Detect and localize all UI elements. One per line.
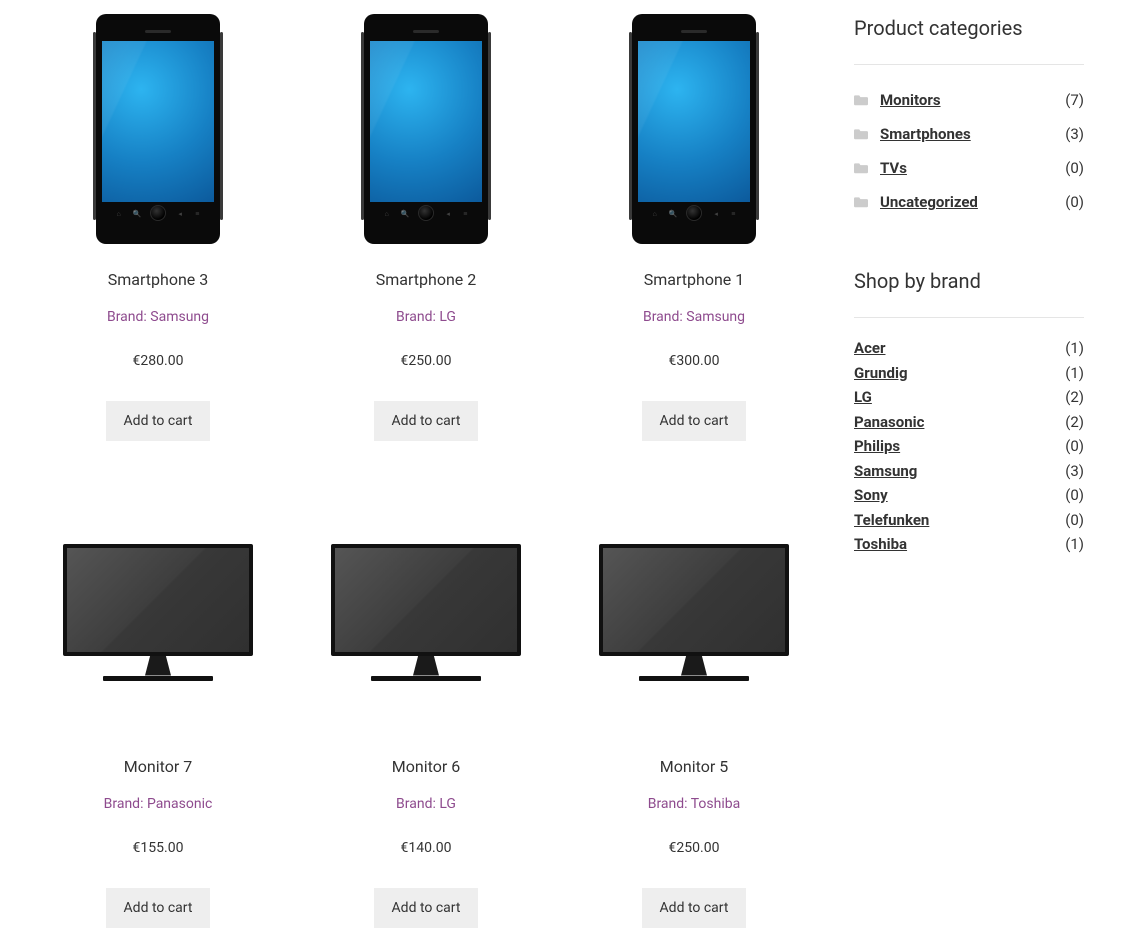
brand-list: Acer (1) Grundig (1) LG (2) Panasonic (2… bbox=[854, 336, 1084, 557]
product-brand[interactable]: Brand: LG bbox=[396, 796, 456, 812]
widget-title-brands: Shop by brand bbox=[854, 269, 1084, 293]
brand-item: Samsung (3) bbox=[854, 459, 1084, 484]
product-brand[interactable]: Brand: Toshiba bbox=[648, 796, 741, 812]
category-item: Smartphones (3) bbox=[854, 117, 1084, 151]
category-link[interactable]: Smartphones bbox=[880, 125, 971, 143]
product-card[interactable]: ⌂ 🔍 ◂ ≡ Smartphone 1 Brand: Samsung €300… bbox=[574, 14, 814, 441]
add-to-cart-button[interactable]: Add to cart bbox=[106, 888, 211, 928]
brand-link[interactable]: Samsung bbox=[854, 460, 917, 483]
brand-link[interactable]: Grundig bbox=[854, 362, 908, 385]
product-brand[interactable]: Brand: Samsung bbox=[107, 309, 209, 325]
brand-link[interactable]: Sony bbox=[854, 484, 888, 507]
product-title[interactable]: Monitor 5 bbox=[660, 757, 728, 776]
product-card[interactable]: Monitor 6 Brand: LG €140.00 Add to cart bbox=[306, 501, 546, 928]
monitor-image bbox=[599, 544, 789, 689]
brand-item: Toshiba (1) bbox=[854, 532, 1084, 557]
product-title[interactable]: Smartphone 3 bbox=[108, 270, 208, 289]
product-image[interactable] bbox=[38, 501, 278, 731]
divider bbox=[854, 64, 1084, 65]
smartphone-image: ⌂ 🔍 ◂ ≡ bbox=[361, 14, 491, 244]
add-to-cart-button[interactable]: Add to cart bbox=[106, 401, 211, 441]
category-count: (0) bbox=[1065, 159, 1084, 177]
category-item: Uncategorized (0) bbox=[854, 185, 1084, 219]
brand-count: (1) bbox=[1065, 362, 1084, 385]
brand-count: (0) bbox=[1065, 509, 1084, 532]
category-list: Monitors (7) Smartphones (3) TVs (0) Unc… bbox=[854, 83, 1084, 219]
add-to-cart-button[interactable]: Add to cart bbox=[374, 401, 479, 441]
product-price: €250.00 bbox=[669, 840, 720, 856]
monitor-image bbox=[331, 544, 521, 689]
product-price: €250.00 bbox=[401, 353, 452, 369]
product-image[interactable] bbox=[306, 501, 546, 731]
brand-item: Panasonic (2) bbox=[854, 410, 1084, 435]
product-brand[interactable]: Brand: Samsung bbox=[643, 309, 745, 325]
category-item: TVs (0) bbox=[854, 151, 1084, 185]
folder-icon bbox=[854, 128, 868, 140]
category-link[interactable]: Uncategorized bbox=[880, 193, 978, 211]
folder-icon bbox=[854, 162, 868, 174]
brand-count: (1) bbox=[1065, 533, 1084, 556]
brand-link[interactable]: Acer bbox=[854, 337, 886, 360]
category-count: (3) bbox=[1065, 125, 1084, 143]
product-brand[interactable]: Brand: Panasonic bbox=[104, 796, 213, 812]
brand-item: Acer (1) bbox=[854, 336, 1084, 361]
brand-link[interactable]: Philips bbox=[854, 435, 900, 458]
category-item: Monitors (7) bbox=[854, 83, 1084, 117]
brand-link[interactable]: Panasonic bbox=[854, 411, 924, 434]
category-link[interactable]: TVs bbox=[880, 159, 907, 177]
product-price: €140.00 bbox=[401, 840, 452, 856]
smartphone-image: ⌂ 🔍 ◂ ≡ bbox=[629, 14, 759, 244]
divider bbox=[854, 317, 1084, 318]
product-image[interactable]: ⌂ 🔍 ◂ ≡ bbox=[306, 14, 546, 244]
product-grid: ⌂ 🔍 ◂ ≡ Smartphone 3 Brand: Samsung €280… bbox=[38, 14, 814, 928]
monitor-image bbox=[63, 544, 253, 689]
brand-item: Sony (0) bbox=[854, 483, 1084, 508]
category-count: (7) bbox=[1065, 91, 1084, 109]
product-image[interactable]: ⌂ 🔍 ◂ ≡ bbox=[574, 14, 814, 244]
product-title[interactable]: Monitor 7 bbox=[124, 757, 192, 776]
brand-count: (0) bbox=[1065, 435, 1084, 458]
widget-title-categories: Product categories bbox=[854, 16, 1084, 40]
category-link[interactable]: Monitors bbox=[880, 91, 941, 109]
product-card[interactable]: ⌂ 🔍 ◂ ≡ Smartphone 2 Brand: LG €250.00 A… bbox=[306, 14, 546, 441]
brand-count: (2) bbox=[1065, 386, 1084, 409]
product-image[interactable] bbox=[574, 501, 814, 731]
add-to-cart-button[interactable]: Add to cart bbox=[374, 888, 479, 928]
product-price: €155.00 bbox=[133, 840, 184, 856]
product-card[interactable]: Monitor 7 Brand: Panasonic €155.00 Add t… bbox=[38, 501, 278, 928]
product-title[interactable]: Smartphone 1 bbox=[644, 270, 744, 289]
product-price: €300.00 bbox=[669, 353, 720, 369]
brand-count: (0) bbox=[1065, 484, 1084, 507]
product-price: €280.00 bbox=[133, 353, 184, 369]
brand-link[interactable]: LG bbox=[854, 386, 872, 409]
product-title[interactable]: Monitor 6 bbox=[392, 757, 460, 776]
add-to-cart-button[interactable]: Add to cart bbox=[642, 888, 747, 928]
product-card[interactable]: ⌂ 🔍 ◂ ≡ Smartphone 3 Brand: Samsung €280… bbox=[38, 14, 278, 441]
brand-item: Grundig (1) bbox=[854, 361, 1084, 386]
brand-item: Philips (0) bbox=[854, 434, 1084, 459]
brand-link[interactable]: Toshiba bbox=[854, 533, 907, 556]
add-to-cart-button[interactable]: Add to cart bbox=[642, 401, 747, 441]
brand-item: LG (2) bbox=[854, 385, 1084, 410]
product-image[interactable]: ⌂ 🔍 ◂ ≡ bbox=[38, 14, 278, 244]
widget-categories: Product categories Monitors (7) Smartpho… bbox=[854, 16, 1084, 219]
widget-brands: Shop by brand Acer (1) Grundig (1) LG (2… bbox=[854, 269, 1084, 557]
product-title[interactable]: Smartphone 2 bbox=[376, 270, 476, 289]
product-brand[interactable]: Brand: LG bbox=[396, 309, 456, 325]
brand-item: Telefunken (0) bbox=[854, 508, 1084, 533]
folder-icon bbox=[854, 196, 868, 208]
brand-count: (3) bbox=[1065, 460, 1084, 483]
smartphone-image: ⌂ 🔍 ◂ ≡ bbox=[93, 14, 223, 244]
product-card[interactable]: Monitor 5 Brand: Toshiba €250.00 Add to … bbox=[574, 501, 814, 928]
folder-icon bbox=[854, 94, 868, 106]
brand-count: (1) bbox=[1065, 337, 1084, 360]
brand-link[interactable]: Telefunken bbox=[854, 509, 929, 532]
sidebar: Product categories Monitors (7) Smartpho… bbox=[854, 14, 1084, 928]
category-count: (0) bbox=[1065, 193, 1084, 211]
brand-count: (2) bbox=[1065, 411, 1084, 434]
